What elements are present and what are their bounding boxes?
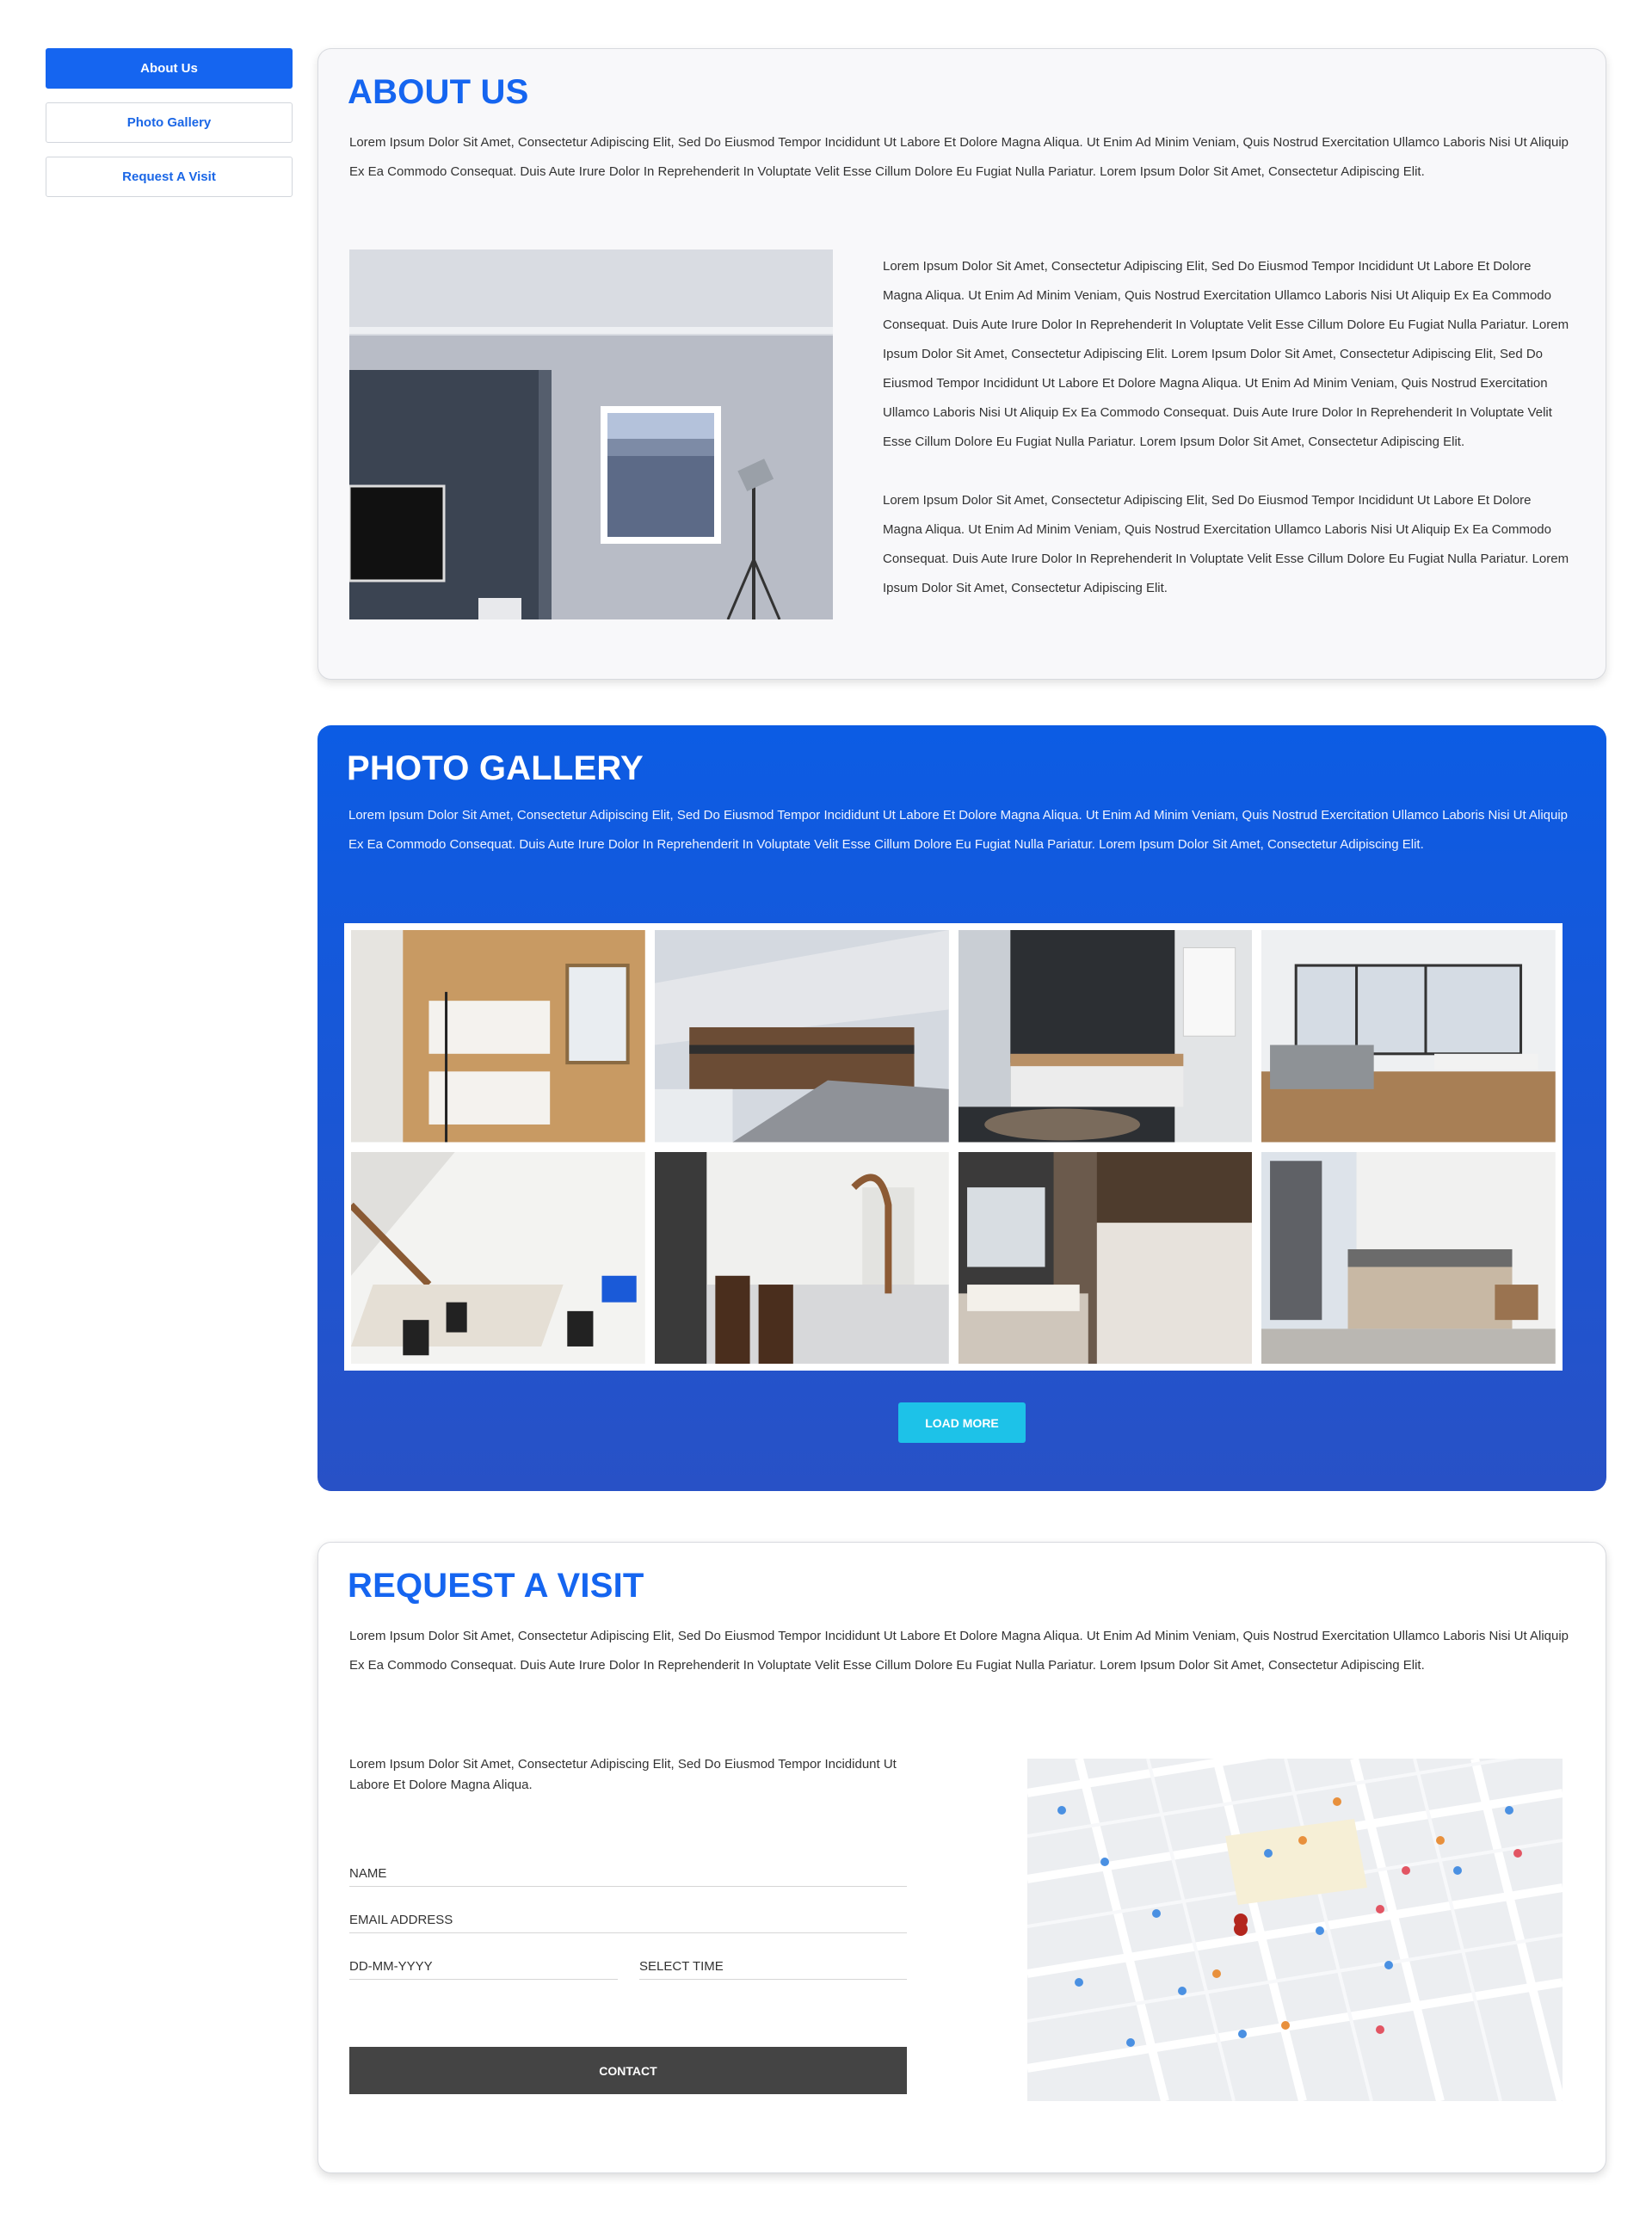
photo-gallery-intro: Lorem Ipsum Dolor Sit Amet, Consectetur … xyxy=(348,808,1569,852)
about-us-title: ABOUT US xyxy=(348,73,529,111)
gallery-photo-open-living-area[interactable] xyxy=(1261,930,1556,1143)
about-us-paragraph-1: Lorem Ipsum Dolor Sit Amet, Consectetur … xyxy=(883,259,1569,449)
request-visit-section: REQUEST A VISIT Lorem Ipsum Dolor Sit Am… xyxy=(317,1542,1606,2173)
request-visit-subtext: Lorem Ipsum Dolor Sit Amet, Consectetur … xyxy=(349,1757,897,1792)
email-field[interactable]: EMAIL ADDRESS xyxy=(349,1907,907,1933)
about-us-text: Lorem Ipsum Dolor Sit Amet, Consectetur … xyxy=(883,252,1571,603)
gallery-grid xyxy=(344,923,1563,1371)
nav-about-us-button[interactable]: About Us xyxy=(46,48,293,89)
photo-gallery-title: PHOTO GALLERY xyxy=(347,749,644,787)
load-more-button[interactable]: LOAD MORE xyxy=(898,1402,1026,1443)
request-visit-title: REQUEST A VISIT xyxy=(348,1567,644,1605)
date-field[interactable]: DD-MM-YYYY xyxy=(349,1954,618,1980)
about-us-intro: Lorem Ipsum Dolor Sit Amet, Consectetur … xyxy=(349,135,1569,179)
gallery-photo-bright-bedroom[interactable] xyxy=(1261,1151,1556,1364)
contact-button[interactable]: CONTACT xyxy=(349,2047,907,2094)
photo-gallery-section: PHOTO GALLERY Lorem Ipsum Dolor Sit Amet… xyxy=(317,725,1606,1491)
time-select[interactable]: SELECT TIME xyxy=(639,1954,907,1980)
nav-photo-gallery-button[interactable]: Photo Gallery xyxy=(46,102,293,143)
name-field[interactable]: NAME xyxy=(349,1861,907,1887)
request-visit-intro: Lorem Ipsum Dolor Sit Amet, Consectetur … xyxy=(349,1629,1569,1673)
gallery-photo-conference-room[interactable] xyxy=(351,1151,645,1364)
nav-request-visit-button[interactable]: Request A Visit xyxy=(46,157,293,197)
gallery-photo-modern-bedroom[interactable] xyxy=(958,1151,1253,1364)
gallery-photo-building-exterior[interactable] xyxy=(654,930,949,1143)
gallery-photo-bunk-room[interactable] xyxy=(351,930,645,1143)
living-room-image xyxy=(349,250,833,619)
gallery-photo-kitchen-island[interactable] xyxy=(654,1151,949,1364)
sidebar-nav: About Us Photo Gallery Request A Visit xyxy=(46,48,293,211)
location-map[interactable] xyxy=(1027,1759,1563,2101)
about-us-paragraph-2: Lorem Ipsum Dolor Sit Amet, Consectetur … xyxy=(883,493,1569,595)
gallery-photo-dark-bedroom[interactable] xyxy=(958,930,1253,1143)
about-us-section: ABOUT US Lorem Ipsum Dolor Sit Amet, Con… xyxy=(317,48,1606,680)
